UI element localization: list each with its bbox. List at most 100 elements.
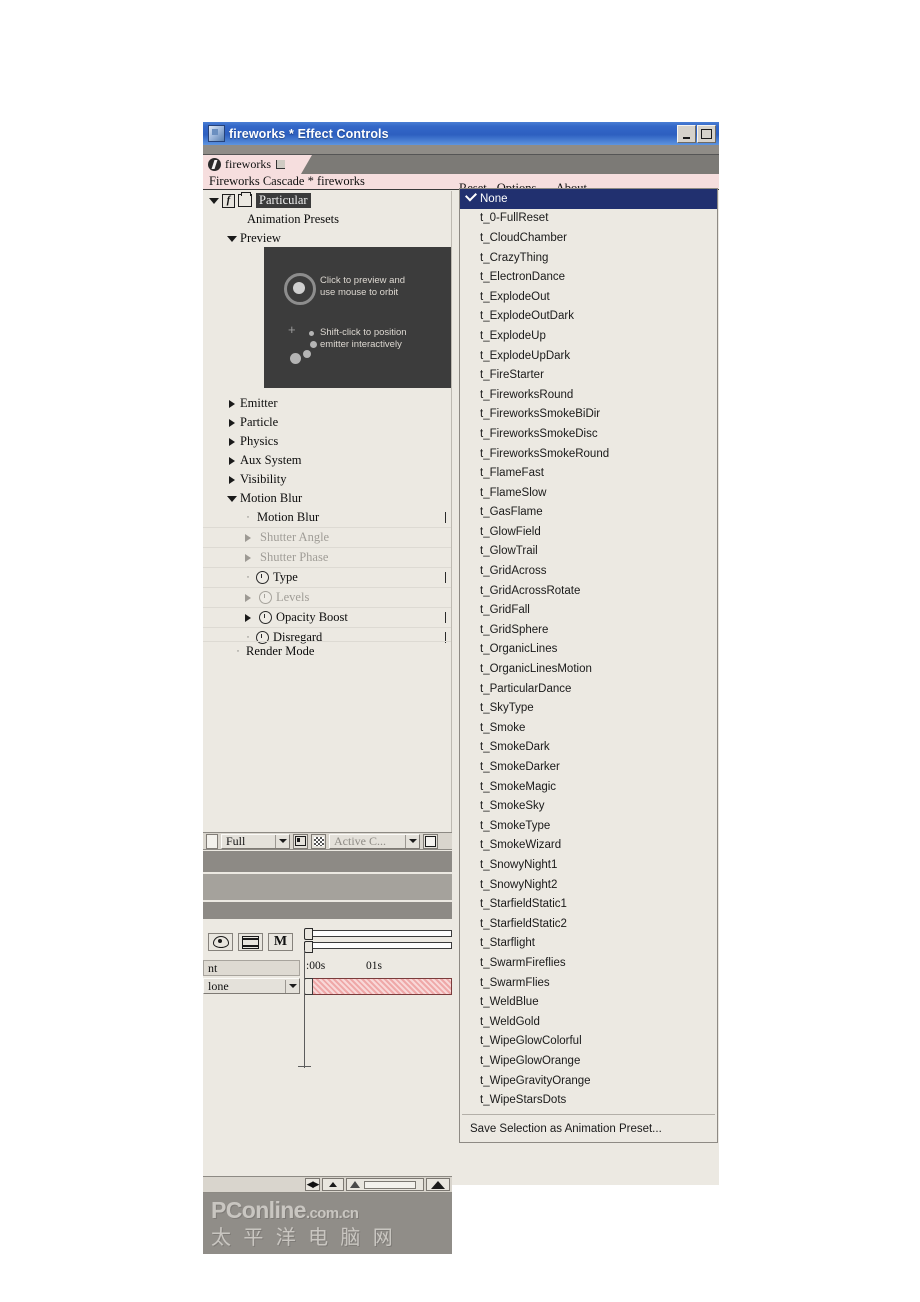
effect-title-row[interactable]: f Particular [203,191,451,210]
minimize-button[interactable] [677,124,696,143]
menu-item-save-preset[interactable]: Save Selection as Animation Preset... [460,1119,717,1139]
menu-item-preset[interactable]: t_GridAcrossRotate [460,581,717,601]
menu-item-preset[interactable]: t_WipeGlowOrange [460,1051,717,1071]
menu-item-preset[interactable]: t_WeldGold [460,1012,717,1032]
menu-item-preset[interactable]: t_SmokeType [460,816,717,836]
preview-row[interactable]: Preview [203,229,451,248]
effect-property-row[interactable]: Shutter Angle [203,527,451,547]
motion-blur-switch[interactable]: M [268,933,293,951]
effect-group-row[interactable]: Visibility [203,470,451,489]
menu-item-preset[interactable]: t_FlameFast [460,463,717,483]
effect-group-row[interactable]: Aux System [203,451,451,470]
quality-dropdown[interactable]: Full [221,833,290,849]
stopwatch-icon[interactable] [259,591,272,604]
menu-item-preset[interactable]: t_FireworksSmokeDisc [460,424,717,444]
twirl-closed-icon[interactable] [243,613,253,623]
zoom-slider[interactable] [346,1178,424,1191]
menu-item-preset[interactable]: t_SmokeSky [460,796,717,816]
menu-item-preset[interactable]: t_ElectronDance [460,267,717,287]
menu-item-preset[interactable]: t_SmokeMagic [460,777,717,797]
color-swatch[interactable] [206,833,218,849]
effect-group-row[interactable]: Particle [203,413,451,432]
transparency-grid-icon[interactable] [311,833,326,849]
menu-item-preset[interactable]: t_FireworksSmokeRound [460,444,717,464]
work-area-start-handle[interactable] [304,928,313,940]
menu-item-none[interactable]: None [460,189,717,209]
menu-item-preset[interactable]: t_SnowyNight2 [460,875,717,895]
zoom-in-icon[interactable] [426,1178,450,1191]
menu-item-preset[interactable]: t_StarfieldStatic2 [460,914,717,934]
menu-item-preset[interactable]: t_GasFlame [460,503,717,523]
effect-property-row[interactable]: · Type [203,567,451,587]
time-ruler[interactable]: :00s 01s [304,958,452,976]
twirl-closed-icon[interactable] [227,437,237,447]
twirl-open-icon[interactable] [209,196,219,206]
stopwatch-icon[interactable] [256,571,269,584]
menu-item-preset[interactable]: t_ParticularDance [460,679,717,699]
menu-item-preset[interactable]: t_FlameSlow [460,483,717,503]
effect-property-row[interactable]: · Motion Blur [203,508,451,527]
menu-item-preset[interactable]: t_WipeGlowColorful [460,1032,717,1052]
full-screen-icon[interactable] [423,833,438,849]
menu-item-preset[interactable]: t_ExplodeOutDark [460,307,717,327]
region-of-interest-icon[interactable] [293,833,308,849]
menu-item-preset[interactable]: t_GridAcross [460,561,717,581]
work-area-bar[interactable] [304,930,452,937]
render-mode-row[interactable]: · Render Mode [203,641,451,661]
frame-blend-icon[interactable] [238,933,263,951]
menu-item-preset[interactable]: t_0-FullReset [460,209,717,229]
pan-behind-icon[interactable]: ◀▶ [305,1178,320,1191]
menu-item-preset[interactable]: t_SmokeWizard [460,836,717,856]
menu-item-preset[interactable]: t_Starflight [460,934,717,954]
twirl-closed-icon[interactable] [227,418,237,428]
fx-icon[interactable]: f [222,193,235,208]
window-title-bar[interactable]: fireworks * Effect Controls [203,122,719,145]
menu-item-preset[interactable]: t_ExplodeUpDark [460,346,717,366]
menu-item-preset[interactable]: t_FireworksSmokeBiDir [460,405,717,425]
time-zoom-start-handle[interactable] [304,941,313,953]
effect-group-row[interactable]: Motion Blur [203,489,451,508]
effect-name[interactable]: Particular [256,193,311,208]
twirl-closed-icon[interactable] [227,399,237,409]
effect-property-row[interactable]: Opacity Boost [203,607,451,627]
parent-dropdown[interactable]: lone [203,978,300,994]
menu-item-preset[interactable]: t_CrazyThing [460,248,717,268]
effect-group-row[interactable]: Emitter [203,394,451,413]
menu-item-preset[interactable]: t_OrganicLines [460,640,717,660]
preview-box[interactable]: Click to preview and use mouse to orbit … [264,247,451,388]
menu-item-preset[interactable]: t_GlowField [460,522,717,542]
menu-item-preset[interactable]: t_GridFall [460,600,717,620]
twirl-open-icon[interactable] [227,234,237,244]
menu-item-preset[interactable]: t_SwarmFlies [460,973,717,993]
menu-item-preset[interactable]: t_ExplodeOut [460,287,717,307]
menu-item-preset[interactable]: t_ExplodeUp [460,326,717,346]
tab-fireworks[interactable]: fireworks [203,155,312,174]
zoom-out-icon[interactable] [322,1178,344,1191]
twirl-closed-icon[interactable] [243,553,253,563]
time-zoom-bar[interactable] [304,942,452,949]
menu-item-preset[interactable]: t_SmokeDark [460,738,717,758]
panel-menu-icon[interactable] [275,160,285,169]
menu-item-preset[interactable]: t_GridSphere [460,620,717,640]
menu-item-preset[interactable]: t_SmokeDarker [460,757,717,777]
stopwatch-icon[interactable] [259,611,272,624]
twirl-open-icon[interactable] [227,494,237,504]
menu-item-preset[interactable]: t_StarfieldStatic1 [460,894,717,914]
menu-item-preset[interactable]: t_CloudChamber [460,228,717,248]
menu-item-preset[interactable]: t_SwarmFireflies [460,953,717,973]
animation-presets-row[interactable]: Animation Presets [203,210,451,229]
menu-item-preset[interactable]: t_FireStarter [460,365,717,385]
menu-item-preset[interactable]: t_OrganicLinesMotion [460,659,717,679]
menu-item-preset[interactable]: t_SkyType [460,698,717,718]
maximize-button[interactable] [697,124,716,143]
effect-property-row[interactable]: Shutter Phase [203,547,451,567]
twirl-closed-icon[interactable] [243,533,253,543]
twirl-closed-icon[interactable] [243,593,253,603]
video-switch-icon[interactable] [208,933,233,951]
menu-item-preset[interactable]: t_Smoke [460,718,717,738]
twirl-closed-icon[interactable] [227,456,237,466]
effect-group-row[interactable]: Physics [203,432,451,451]
parent-combo[interactable]: lone [203,978,300,994]
layer-duration-bar[interactable] [304,978,452,995]
menu-item-preset[interactable]: t_GlowTrail [460,542,717,562]
